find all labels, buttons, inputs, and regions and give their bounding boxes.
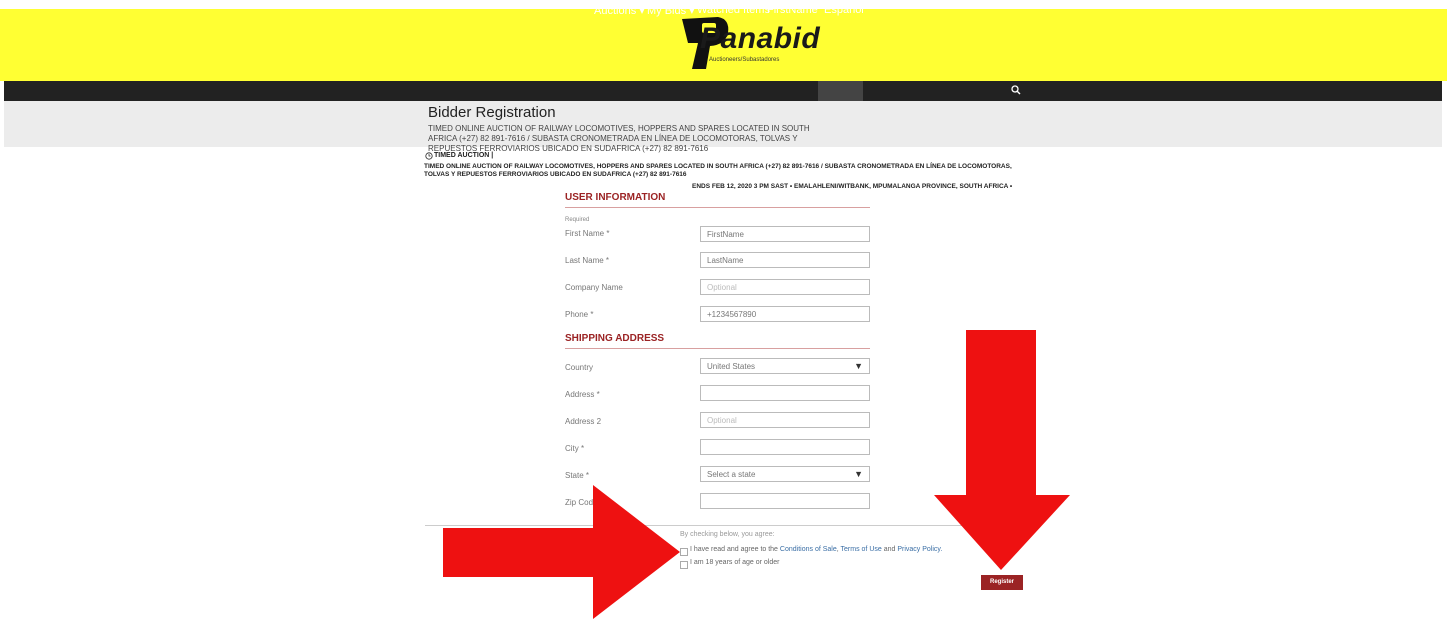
- auction-subtitle: TIMED ONLINE AUCTION OF RAILWAY LOCOMOTI…: [428, 124, 810, 153]
- conditions-of-sale-link[interactable]: Conditions of Sale: [780, 546, 837, 553]
- dropdown-arrow-icon: ▼: [854, 469, 863, 479]
- country-label: Country: [565, 363, 594, 372]
- country-value: United States: [707, 362, 756, 371]
- search-icon[interactable]: [1011, 85, 1021, 95]
- terms-separator: ,: [836, 546, 839, 553]
- address2-label: Address 2: [565, 417, 602, 426]
- state-select[interactable]: Select a state ▼: [700, 466, 870, 482]
- phone-label: Phone *: [565, 310, 594, 319]
- right-arrow-icon: [443, 485, 680, 619]
- down-arrow-icon: [934, 330, 1070, 570]
- page-title: Bidder Registration: [428, 104, 556, 121]
- terms-of-use-link[interactable]: Terms of Use: [841, 546, 882, 553]
- terms-label: I have read and agree to the Conditions …: [690, 546, 942, 553]
- dropdown-arrow-icon: ▼: [854, 361, 863, 371]
- auction-end-info: ENDS FEB 12, 2020 3 PM SAST • EMALAHLENI…: [692, 183, 1013, 190]
- agreement-intro: By checking below, you agree:: [680, 531, 775, 538]
- shipping-heading: SHIPPING ADDRESS: [565, 333, 665, 344]
- user-info-heading: USER INFORMATION: [565, 192, 666, 203]
- nav-watched-items[interactable]: Watched Items: [697, 4, 770, 16]
- company-name-label: Company Name: [565, 283, 623, 292]
- required-note: Required: [565, 217, 590, 223]
- nav-user-name[interactable]: FirstName: [767, 4, 818, 16]
- nav-language[interactable]: Español: [824, 4, 864, 16]
- terms-and: and: [883, 546, 896, 553]
- main-navbar: [4, 81, 1442, 101]
- register-button[interactable]: Register: [981, 575, 1023, 590]
- auction-description: TIMED ONLINE AUCTION OF RAILWAY LOCOMOTI…: [424, 163, 1012, 178]
- clock-icon: [425, 152, 433, 160]
- zip-field[interactable]: [700, 493, 870, 509]
- nav-active-highlight: [818, 81, 863, 101]
- address-field[interactable]: [700, 385, 870, 401]
- state-value: Select a state: [707, 470, 756, 479]
- address-label: Address *: [565, 390, 600, 399]
- country-select[interactable]: United States ▼: [700, 358, 870, 374]
- phone-field[interactable]: +1234567890: [700, 306, 870, 322]
- state-label: State *: [565, 471, 590, 480]
- logo-text: Panabid: [700, 22, 821, 55]
- terms-prefix: I have read and agree to the: [690, 546, 778, 553]
- city-field[interactable]: [700, 439, 870, 455]
- nav-my-bids[interactable]: My Bids ▾: [647, 4, 695, 17]
- city-label: City *: [565, 444, 585, 453]
- section-divider: [565, 348, 870, 349]
- first-name-label: First Name *: [565, 229, 610, 238]
- age-label: I am 18 years of age or older: [690, 559, 780, 566]
- section-divider: [565, 207, 870, 208]
- first-name-field[interactable]: FirstName: [700, 226, 870, 242]
- auction-type: TIMED AUCTION |: [434, 152, 494, 159]
- nav-auctions[interactable]: Auctions ▾: [594, 4, 645, 17]
- address2-field[interactable]: Optional: [700, 412, 870, 428]
- logo-subtitle: Auctioneers/Subastadores: [709, 57, 780, 63]
- last-name-field[interactable]: LastName: [700, 252, 870, 268]
- company-name-field[interactable]: Optional: [700, 279, 870, 295]
- last-name-label: Last Name *: [565, 256, 610, 265]
